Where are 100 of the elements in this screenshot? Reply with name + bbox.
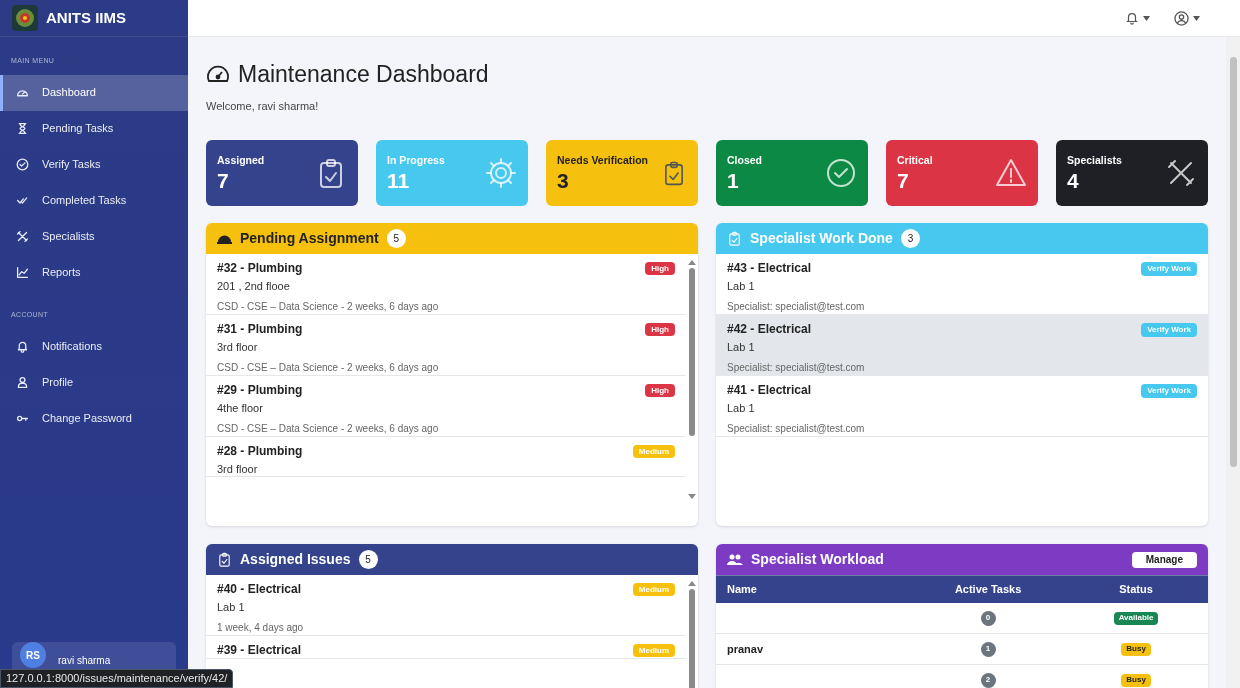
issue-location: Lab 1 — [727, 279, 756, 293]
scroll-up-icon[interactable] — [688, 260, 696, 265]
stat-value: 3 — [557, 168, 570, 193]
priority-badge: High — [645, 384, 675, 397]
issue-row[interactable]: #29 - Plumbing 4the floor CSD - CSE – Data Science - 2 weeks, 6 days ago High — [206, 376, 686, 437]
issue-title: #40 - Electrical — [217, 581, 303, 597]
stat-label: Assigned — [217, 153, 265, 169]
stat-label: Closed — [727, 153, 762, 169]
user-avatar: RS — [20, 642, 46, 668]
issue-title: #42 - Electrical — [727, 321, 813, 337]
issue-location: 3rd floor — [217, 462, 259, 476]
count-badge: 5 — [358, 550, 378, 569]
issue-meta: 1 week, 4 days ago — [217, 621, 304, 635]
user-menu-button[interactable] — [1174, 10, 1200, 26]
issue-row[interactable]: #40 - Electrical Lab 1 1 week, 4 days ago Medium — [206, 575, 686, 636]
issue-title: #39 - Electrical — [217, 642, 302, 658]
issue-location: 201 , 2nd flooe — [217, 279, 291, 293]
priority-badge: Medium — [632, 583, 675, 596]
issue-meta: Specialist: specialist@test.com — [727, 300, 865, 314]
line-chart-icon — [16, 266, 29, 279]
nav-item[interactable]: Profile — [0, 364, 188, 400]
issue-location: Lab 1 — [217, 600, 246, 614]
task-count: 1 — [980, 641, 996, 657]
emblem-icon — [12, 5, 38, 31]
people-icon — [727, 554, 743, 565]
user-card[interactable]: RS ravi sharma — [12, 642, 176, 670]
stat-value: 7 — [217, 168, 230, 193]
stat-label: In Progress — [387, 153, 445, 169]
panel-title: Specialist Work Done — [750, 229, 893, 248]
nav-item[interactable]: Notifications — [0, 328, 188, 364]
scroll-down-icon[interactable] — [688, 494, 696, 499]
warning-icon — [995, 157, 1027, 189]
issue-title: #41 - Electrical — [727, 382, 813, 398]
issue-meta: CSD - CSE – Data Science - 2 weeks, 6 days ago — [217, 300, 439, 314]
check-circle-icon — [16, 158, 29, 171]
priority-badge: High — [645, 323, 675, 336]
nav-item[interactable]: Pending Tasks — [0, 110, 188, 147]
stat-value: 1 — [727, 168, 740, 193]
issue-row[interactable]: #39 - Electrical Medium — [206, 636, 686, 659]
issue-row[interactable]: #31 - Plumbing 3rd floor CSD - CSE – Data Science - 2 weeks, 6 days ago High — [206, 315, 686, 376]
issue-row[interactable]: #41 - Electrical Lab 1 Specialist: specialist@test.com Verify Work — [716, 376, 1208, 437]
issue-location: Lab 1 — [727, 340, 756, 354]
welcome-text: Welcome, ravi sharma! — [206, 98, 320, 114]
issue-title: #28 - Plumbing — [217, 443, 303, 459]
issue-title: #43 - Electrical — [727, 260, 813, 276]
clipboard-check-icon — [217, 552, 232, 567]
issue-meta: Specialist: specialist@test.com — [727, 422, 865, 436]
nav-item[interactable]: Specialists — [0, 218, 188, 255]
nav-item[interactable]: Reports — [0, 254, 188, 291]
column-header: Active Tasks — [953, 582, 1023, 598]
count-badge: 5 — [386, 229, 406, 248]
status-badge: Busy — [1121, 673, 1151, 687]
nav-item[interactable]: Dashboard — [0, 74, 188, 111]
panel-title: Pending Assignment — [240, 229, 379, 248]
nav-item[interactable]: Change Password — [0, 400, 188, 436]
caret-icon — [1193, 15, 1200, 21]
task-count: 0 — [980, 610, 996, 626]
stat-label: Critical — [897, 153, 933, 169]
priority-badge: Medium — [632, 644, 675, 657]
hard-hat-icon — [217, 233, 232, 244]
panel-title: Assigned Issues — [240, 550, 351, 569]
nav-item[interactable]: Verify Tasks — [0, 146, 188, 183]
issue-row[interactable]: #32 - Plumbing 201 , 2nd flooe CSD - CSE – Data Science - 2 weeks, 6 days ago High — [206, 254, 686, 315]
person-icon — [16, 375, 29, 389]
notifications-button[interactable] — [1125, 11, 1150, 25]
issue-meta: CSD - CSE – Data Science - 2 weeks, 6 days ago — [217, 361, 439, 375]
priority-badge: High — [645, 262, 675, 275]
page-scrollbar[interactable] — [1226, 37, 1240, 688]
clipboard-check-icon — [727, 231, 742, 246]
scroll-up-icon[interactable] — [688, 581, 696, 586]
gear-icon — [485, 157, 517, 189]
issue-row[interactable]: #28 - Plumbing 3rd floor Medium — [206, 437, 686, 477]
page-title: Maintenance Dashboard — [238, 60, 489, 89]
stat-label: Needs Verification — [557, 153, 649, 169]
issue-location: 3rd floor — [217, 340, 259, 354]
issue-title: #32 - Plumbing — [217, 260, 304, 276]
issue-meta: Specialist: specialist@test.com — [727, 361, 865, 375]
caret-icon — [1143, 15, 1150, 21]
issue-meta: CSD - CSE – Data Science - 2 weeks, 6 days ago — [217, 422, 439, 436]
stat-value: 4 — [1067, 168, 1080, 193]
manage-button[interactable]: Manage — [1131, 551, 1197, 568]
issue-location: 4the floor — [217, 401, 264, 415]
column-header: Status — [1118, 582, 1154, 598]
check-circle-icon — [825, 157, 857, 189]
issue-row[interactable]: #42 - Electrical Lab 1 Specialist: specialist@test.com Verify Work — [716, 315, 1208, 376]
stat-value: 7 — [897, 168, 910, 193]
status-badge: Available — [1113, 611, 1159, 625]
user-name: ravi sharma — [58, 654, 111, 668]
priority-badge: Medium — [632, 445, 675, 458]
count-badge: 3 — [900, 229, 920, 248]
brand-title: ANITS IIMS — [46, 7, 126, 28]
tools-icon — [16, 230, 29, 243]
issue-location: Lab 1 — [727, 401, 756, 415]
stat-value: 11 — [387, 168, 411, 193]
hourglass-icon — [16, 122, 29, 135]
issue-row[interactable]: #43 - Electrical Lab 1 Specialist: specialist@test.com Verify Work — [716, 254, 1208, 315]
url-tooltip: 127.0.0.1:8000/issues/maintenance/verify/42/ — [0, 669, 234, 688]
nav-item[interactable]: Completed Tasks — [0, 182, 188, 219]
issue-title: #31 - Plumbing — [217, 321, 304, 337]
bell-icon — [16, 339, 29, 353]
